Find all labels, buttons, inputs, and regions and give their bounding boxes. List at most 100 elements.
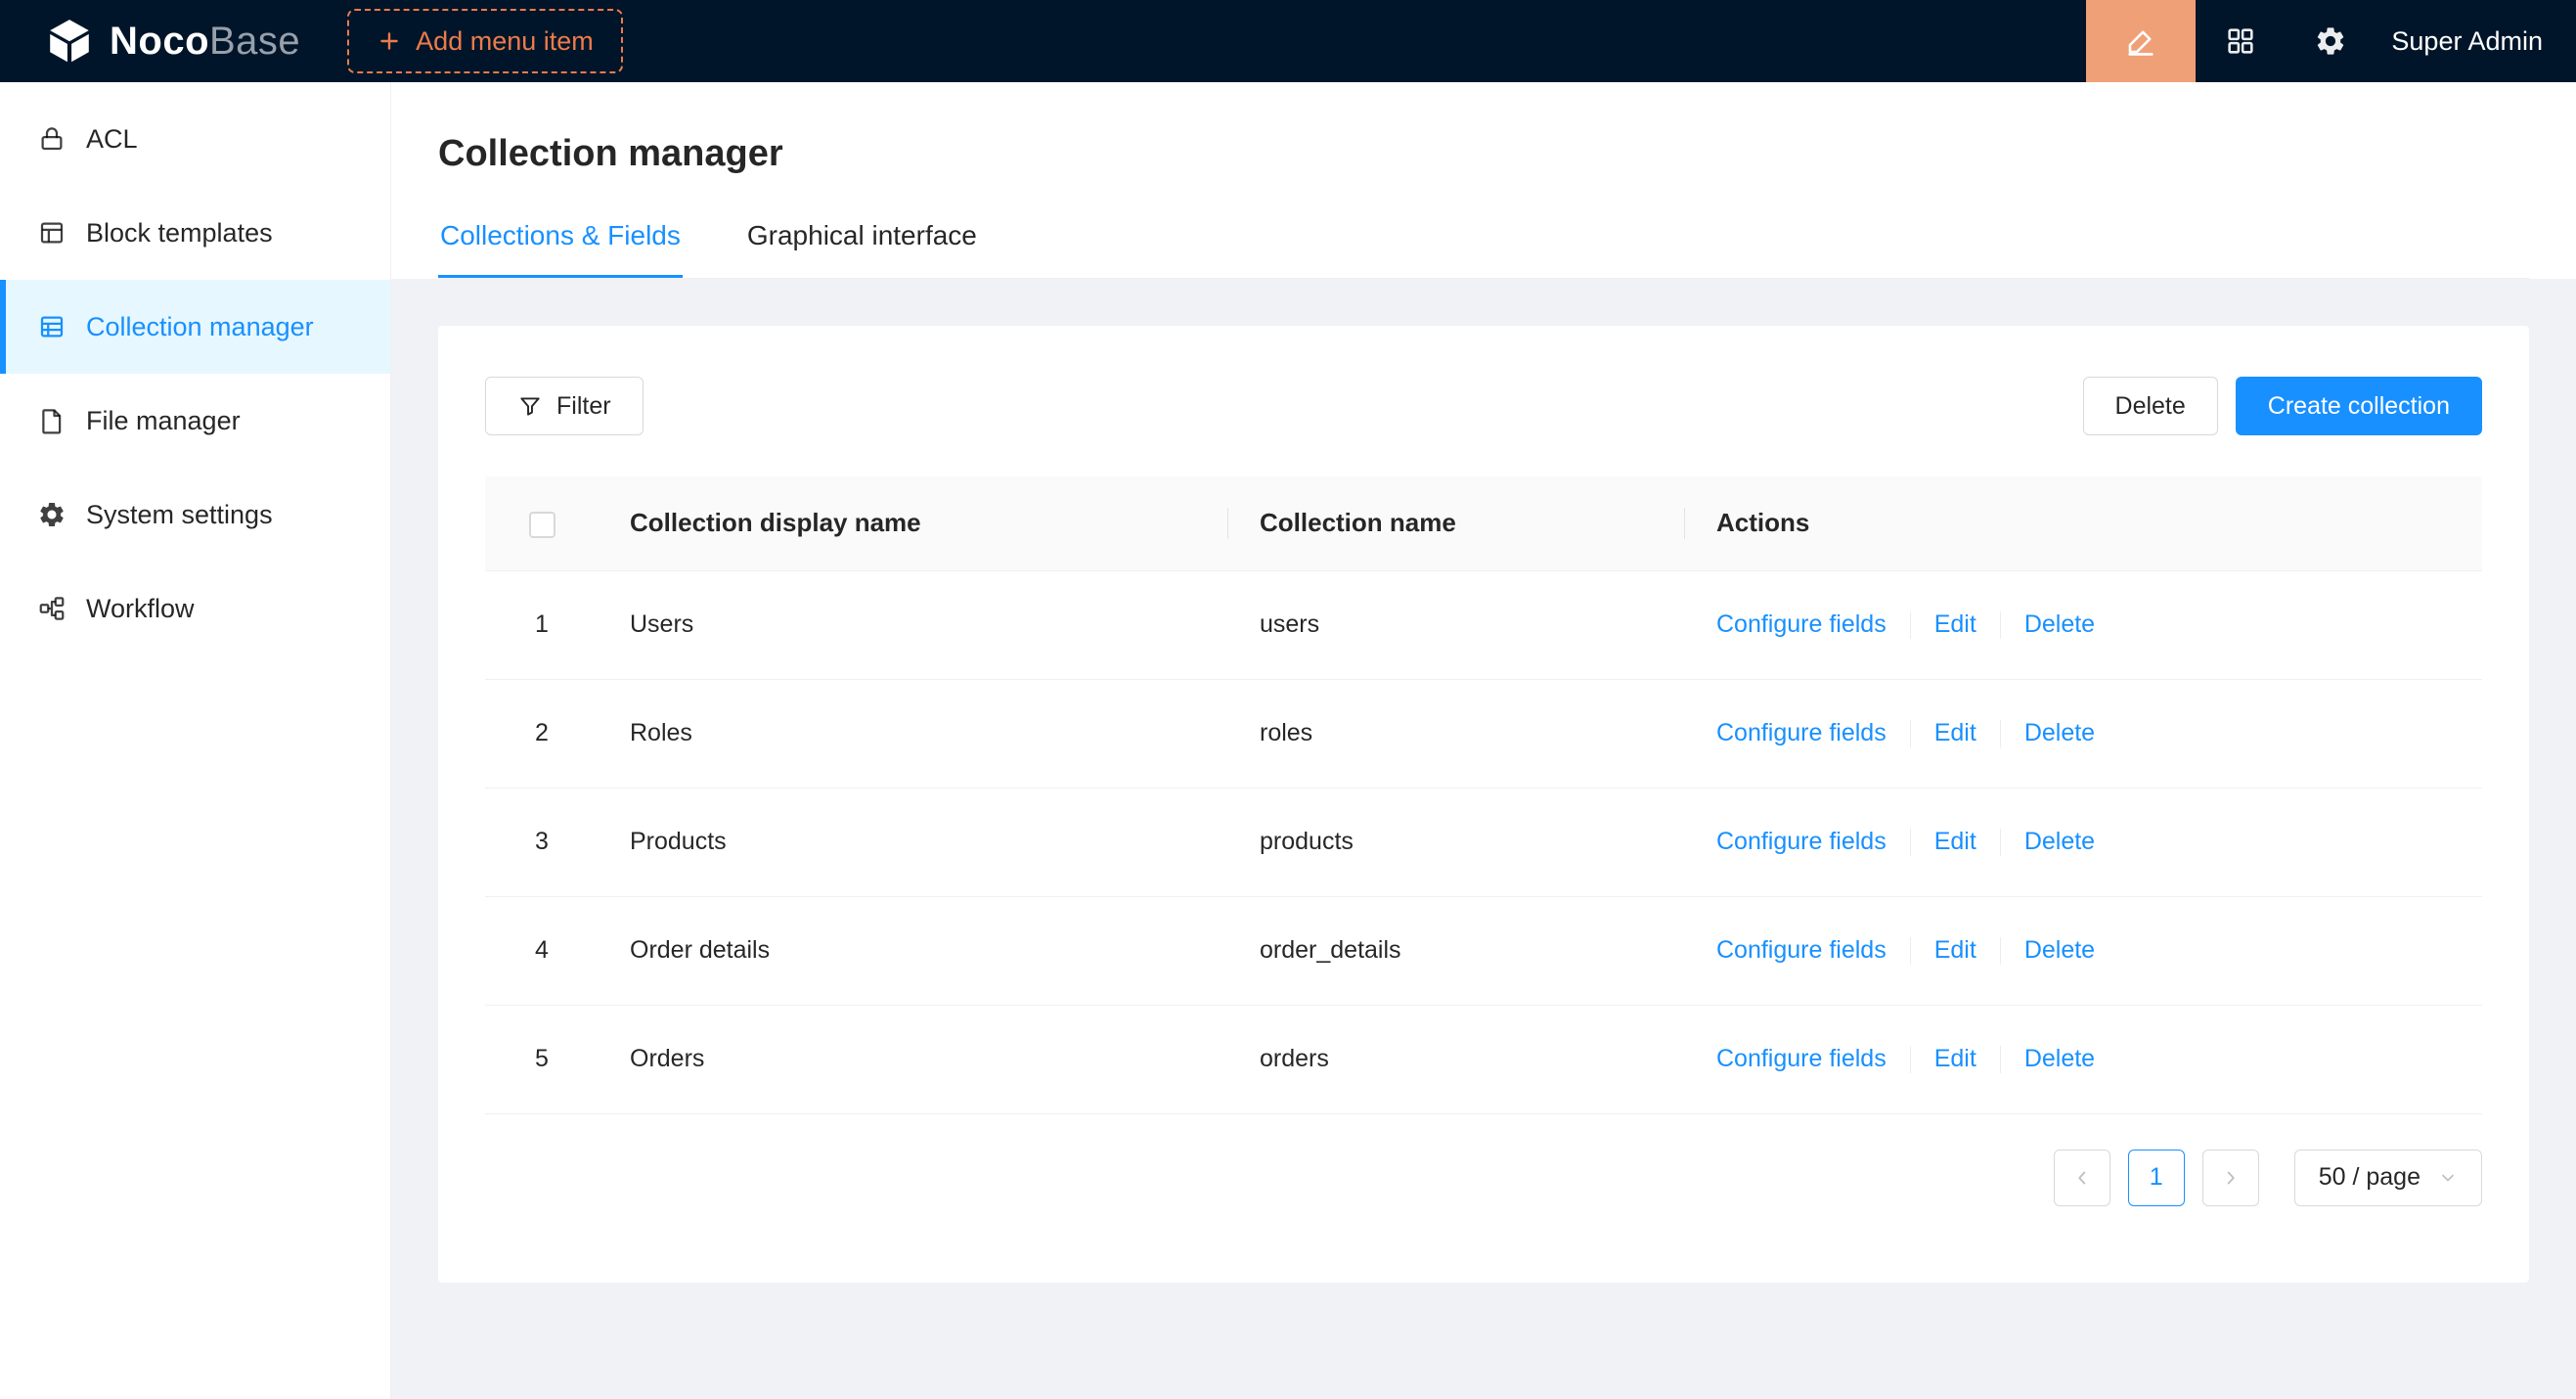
settings-gear-icon	[2314, 24, 2347, 58]
table-icon	[37, 312, 67, 341]
configure-fields-link[interactable]: Configure fields	[1716, 828, 1887, 855]
tab-graphical-interface[interactable]: Graphical interface	[745, 206, 979, 278]
page-size-select[interactable]: 50 / page	[2294, 1150, 2482, 1206]
sidebar-item-acl[interactable]: ACL	[0, 92, 390, 186]
tab-bar: Collections & Fields Graphical interface	[438, 206, 2529, 279]
cube-logo-icon	[45, 17, 94, 66]
tab-collections-fields[interactable]: Collections & Fields	[438, 206, 683, 278]
sidebar-item-collection-manager[interactable]: Collection manager	[0, 280, 390, 374]
plugin-grid-icon	[2224, 24, 2257, 58]
action-divider	[2000, 1046, 2001, 1073]
action-divider	[1910, 611, 1911, 639]
cell-display-name: Roles	[599, 679, 1228, 788]
sidebar-item-label: Workflow	[86, 594, 195, 624]
page-title: Collection manager	[438, 133, 2529, 175]
table-header-row: Collection display name Collection name …	[485, 476, 2482, 570]
prev-page-button[interactable]	[2054, 1150, 2110, 1206]
sidebar: ACL Block templates Collection manager	[0, 82, 391, 1399]
delete-link[interactable]: Delete	[2024, 828, 2095, 855]
select-all-checkbox[interactable]	[529, 512, 555, 538]
ui-editor-button[interactable]	[2086, 0, 2196, 82]
content-area: Filter Delete Create collection Collecti…	[391, 279, 2576, 1399]
sidebar-item-label: Collection manager	[86, 312, 314, 342]
configure-fields-link[interactable]: Configure fields	[1716, 719, 1887, 746]
filter-button-label: Filter	[556, 392, 611, 421]
cell-display-name: Products	[599, 788, 1228, 896]
plugin-grid-button[interactable]	[2196, 0, 2286, 82]
row-index: 5	[485, 1005, 599, 1113]
row-index: 2	[485, 679, 599, 788]
top-header: NocoBase Add menu item Super Admin	[0, 0, 2576, 82]
table-row: 2 Roles roles Configure fields Edit Delete	[485, 679, 2482, 788]
cell-collection-name: order_details	[1228, 896, 1685, 1005]
action-divider	[2000, 829, 2001, 856]
cell-actions: Configure fields Edit Delete	[1685, 1005, 2482, 1113]
action-divider	[1910, 937, 1911, 965]
action-divider	[1910, 720, 1911, 747]
cell-collection-name: orders	[1228, 1005, 1685, 1113]
workflow-icon	[37, 594, 67, 623]
next-page-button[interactable]	[2202, 1150, 2259, 1206]
card-toolbar: Filter Delete Create collection	[485, 377, 2482, 435]
configure-fields-link[interactable]: Configure fields	[1716, 936, 1887, 964]
pagination: 1 50 / page	[485, 1150, 2482, 1206]
filter-button[interactable]: Filter	[485, 377, 644, 435]
edit-link[interactable]: Edit	[1934, 936, 1976, 964]
row-index: 1	[485, 570, 599, 679]
logo-text-bold: Noco	[110, 20, 209, 63]
collections-table: Collection display name Collection name …	[485, 476, 2482, 1114]
cell-display-name: Order details	[599, 896, 1228, 1005]
file-icon	[37, 406, 67, 435]
edit-link[interactable]: Edit	[1934, 610, 1976, 638]
delete-button[interactable]: Delete	[2083, 377, 2218, 435]
delete-link[interactable]: Delete	[2024, 719, 2095, 746]
delete-link[interactable]: Delete	[2024, 1045, 2095, 1072]
edit-link[interactable]: Edit	[1934, 1045, 1976, 1072]
delete-link[interactable]: Delete	[2024, 936, 2095, 964]
current-user[interactable]: Super Admin	[2391, 26, 2543, 57]
create-collection-button[interactable]: Create collection	[2236, 377, 2482, 435]
page-number-button[interactable]: 1	[2128, 1150, 2185, 1206]
cell-display-name: Orders	[599, 1005, 1228, 1113]
table-row: 1 Users users Configure fieldsEditDelete	[485, 570, 2482, 679]
configure-fields-link[interactable]: Configure fields	[1716, 610, 1887, 638]
add-menu-item-button[interactable]: Add menu item	[347, 9, 623, 73]
sidebar-item-label: ACL	[86, 124, 138, 155]
system-settings-button[interactable]	[2286, 0, 2376, 82]
column-header-collection-name: Collection name	[1228, 476, 1685, 570]
logo-text: NocoBase	[110, 20, 300, 64]
sidebar-item-file-manager[interactable]: File manager	[0, 374, 390, 468]
nocobase-logo: NocoBase	[45, 17, 300, 66]
table-row: 3 Products products Configure fieldsEdit…	[485, 788, 2482, 896]
column-header-actions: Actions	[1685, 476, 2482, 570]
cell-collection-name: roles	[1228, 679, 1685, 788]
action-divider	[2000, 720, 2001, 747]
lock-icon	[37, 124, 67, 154]
page-head: Collection manager Collections & Fields …	[391, 82, 2576, 279]
cell-collection-name: products	[1228, 788, 1685, 896]
cell-actions: Configure fields Edit Delete	[1685, 679, 2482, 788]
cell-actions: Configure fields Edit Delete	[1685, 570, 2482, 679]
header-right: Super Admin	[2086, 0, 2576, 82]
cell-actions: Configure fields Edit Delete	[1685, 896, 2482, 1005]
action-divider	[1910, 1046, 1911, 1073]
action-divider	[2000, 937, 2001, 965]
cell-display-name: Users	[599, 570, 1228, 679]
highlight-pen-icon	[2124, 24, 2157, 58]
delete-link[interactable]: Delete	[2024, 610, 2095, 638]
main-area: Collection manager Collections & Fields …	[391, 82, 2576, 1399]
configure-fields-link[interactable]: Configure fields	[1716, 1045, 1887, 1072]
sidebar-item-block-templates[interactable]: Block templates	[0, 186, 390, 280]
sidebar-item-workflow[interactable]: Workflow	[0, 562, 390, 655]
sidebar-item-system-settings[interactable]: System settings	[0, 468, 390, 562]
sidebar-item-label: File manager	[86, 406, 241, 436]
cell-actions: Configure fields Edit Delete	[1685, 788, 2482, 896]
edit-link[interactable]: Edit	[1934, 828, 1976, 855]
row-index: 4	[485, 896, 599, 1005]
filter-funnel-icon	[517, 393, 543, 419]
plus-icon	[377, 28, 402, 54]
table-row: 5 Orders orders Configure fields Edit Dele…	[485, 1005, 2482, 1113]
page-size-value: 50 / page	[2319, 1163, 2421, 1192]
edit-link[interactable]: Edit	[1934, 719, 1976, 746]
chevron-right-icon	[2220, 1167, 2242, 1189]
